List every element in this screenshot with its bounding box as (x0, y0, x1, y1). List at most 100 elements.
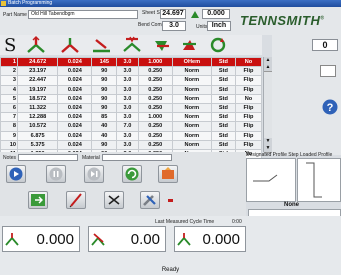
table-cell: 3.0 (116, 139, 139, 150)
units-label: Units (196, 24, 208, 30)
app-icon (1, 1, 6, 6)
table-cell: Norm (171, 130, 212, 141)
offset-icon (191, 11, 199, 18)
readout-3-icon (177, 233, 191, 246)
squash-icon[interactable] (92, 36, 112, 54)
last-measured-value: 0:00 (232, 219, 242, 225)
flip-icon[interactable] (152, 36, 172, 54)
angle-bend-icon[interactable] (26, 36, 46, 54)
table-cell: 5.375 (16, 139, 59, 150)
table-row[interactable]: 2 23.197 0.024 90 3.0 0.250 Norm Std Flip (0, 66, 263, 77)
notes-field[interactable] (18, 154, 78, 161)
designated-profile-view (246, 158, 296, 202)
table-cell: 40 (91, 130, 118, 141)
loaded-profile-view (297, 158, 341, 202)
table-cell: 3.0 (116, 130, 139, 141)
table-cell: 90 (91, 139, 118, 150)
table-cell: 0.024 (57, 112, 93, 123)
table-cell: 0.250 (137, 93, 173, 104)
table-cell: 5 (0, 93, 18, 104)
play-button[interactable] (6, 165, 26, 183)
delete-button[interactable] (104, 191, 124, 209)
edit-button[interactable] (66, 191, 86, 209)
refresh-button[interactable] (122, 165, 142, 183)
table-cell: 3.0 (116, 93, 139, 104)
set-button[interactable] (320, 65, 336, 77)
s-icon-letter: S (4, 35, 17, 56)
flip-reverse-icon[interactable] (180, 36, 200, 54)
table-cell: Norm (171, 121, 212, 132)
part-name-field[interactable]: Old Hill Tabendbgm (28, 10, 138, 19)
table-row[interactable]: 6 11.322 0.024 90 3.0 0.250 Norm Std Flip (0, 102, 263, 114)
table-cell: Norm (171, 93, 212, 104)
table-cell: 24.672 (16, 56, 59, 68)
table-cell: 0.024 (57, 121, 93, 132)
sheet-size-value[interactable]: 24.697 (160, 9, 186, 19)
table-cell: 12.288 (16, 112, 59, 123)
bend-comp-value[interactable]: 3.0 (162, 21, 186, 31)
table-cell: 145 (91, 56, 118, 68)
table-cell: Norm (171, 139, 212, 150)
table-cell: 1 (0, 56, 18, 68)
table-cell: 0.250 (137, 84, 173, 95)
settings-button[interactable] (140, 191, 160, 209)
table-cell: 3.0 (116, 75, 139, 86)
table-cell: 0.250 (137, 121, 173, 132)
table-cell: Flip (234, 121, 263, 132)
s-icon[interactable]: S (0, 35, 20, 56)
window-title: Batch Programming (8, 0, 53, 6)
table-cell: Norm (171, 66, 212, 77)
material-select[interactable] (102, 154, 172, 161)
table-cell: 1.000 (137, 56, 173, 68)
step-button[interactable] (84, 165, 104, 183)
table-row[interactable]: 9 6.875 0.024 40 3.0 0.250 Norm Std Flip (0, 130, 263, 141)
readout-1-value: 0.000 (36, 231, 74, 248)
material-label: Material (82, 155, 100, 161)
table-cell: OHem (171, 56, 212, 68)
table-cell: 90 (91, 75, 118, 86)
scroll-up-fast-icon[interactable]: ▲ (264, 64, 272, 72)
readout-1: 0.000 (2, 226, 80, 252)
table-cell: 2 (0, 66, 18, 77)
table-cell: Norm (171, 112, 212, 123)
open-hem-icon[interactable] (122, 36, 142, 54)
offset-value[interactable]: 0.000 (202, 9, 230, 19)
table-cell: Flip (234, 75, 263, 86)
header-bar: Part Name Old Hill Tabendbgm Sheet Size … (0, 7, 341, 35)
table-row[interactable]: 1 24.672 0.024 145 3.0 1.000 OHem Std No (0, 56, 263, 68)
reverse-bend-icon[interactable] (60, 36, 80, 54)
table-row[interactable]: 4 19.197 0.024 90 3.0 0.250 Norm Std Flip (0, 84, 263, 95)
table-cell: 10.572 (16, 121, 59, 132)
table-row[interactable]: 10 5.375 0.024 90 3.0 0.250 Norm Std Flip (0, 139, 263, 150)
counter-value[interactable]: 0 (312, 39, 338, 51)
pause-button[interactable] (46, 165, 66, 183)
table-row[interactable]: 8 10.572 0.024 40 7.0 0.250 Norm Std Flip (0, 121, 263, 132)
table-cell: 19.197 (16, 84, 59, 95)
notes-label: Notes (3, 155, 17, 161)
svg-text:?: ? (327, 102, 334, 114)
window-title-bar: Batch Programming (0, 0, 341, 7)
units-value[interactable]: Inch (207, 21, 231, 31)
exit-button[interactable] (28, 191, 48, 209)
table-cell: 7 (0, 112, 18, 123)
brand-logo: TENNSMITH® (240, 13, 325, 28)
table-cell: 0.250 (137, 139, 173, 150)
table-row[interactable]: 7 12.288 0.024 85 3.0 1.000 Norm Std Flip (0, 112, 263, 123)
table-cell: 0.024 (57, 84, 93, 95)
table-cell: Std (210, 112, 236, 123)
table-cell: Flip (234, 112, 263, 123)
table-cell: Flip (234, 102, 263, 114)
table-scrollbar[interactable]: ▲ ▲ ▼ ▼ (263, 57, 272, 153)
help-icon[interactable]: ? (322, 99, 338, 115)
right-panel: 0 ? (272, 35, 341, 155)
table-cell: 90 (91, 102, 118, 114)
table-row[interactable]: 3 22.447 0.024 90 3.0 0.250 Norm Std Flip (0, 75, 263, 86)
table-cell: Std (210, 121, 236, 132)
table-cell: 0.024 (57, 75, 93, 86)
table-cell: 8 (0, 121, 18, 132)
none-label: None (284, 202, 299, 208)
table-cell: 90 (91, 66, 118, 77)
rotate-icon[interactable] (208, 36, 228, 54)
table-row[interactable]: 5 18.572 0.024 90 3.0 0.250 Norm Std No (0, 93, 263, 104)
export-button[interactable] (158, 165, 178, 183)
